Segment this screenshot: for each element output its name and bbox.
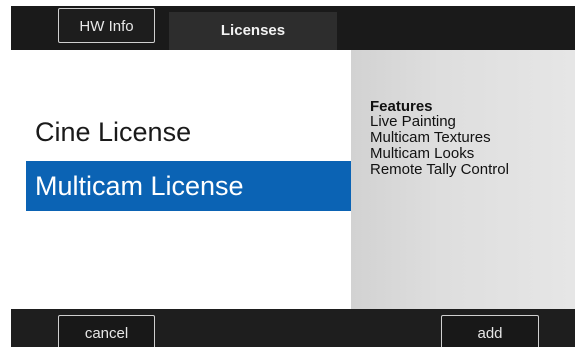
bottom-bar: cancel add — [11, 309, 575, 347]
cancel-button[interactable]: cancel — [58, 315, 155, 347]
license-dialog: HW Info Licenses Cine License Multicam L… — [11, 6, 575, 347]
tab-hw-info[interactable]: HW Info — [58, 8, 155, 43]
main-panel: Cine License Multicam License Features L… — [11, 50, 575, 309]
top-bar: HW Info Licenses — [11, 6, 575, 50]
feature-item: Multicam Textures — [370, 129, 491, 146]
feature-item: Live Painting — [370, 113, 456, 130]
add-button[interactable]: add — [441, 315, 539, 347]
license-item-multicam[interactable]: Multicam License — [26, 161, 351, 211]
page-title: Licenses — [169, 12, 337, 50]
feature-item: Multicam Looks — [370, 145, 475, 162]
features-panel: Features Live Painting Multicam Textures… — [351, 50, 575, 309]
features-list: Live Painting Multicam Textures Multicam… — [370, 114, 509, 178]
feature-item: Remote Tally Control — [370, 161, 509, 178]
license-item-cine[interactable]: Cine License — [26, 107, 351, 157]
license-list: Cine License Multicam License — [11, 50, 351, 309]
